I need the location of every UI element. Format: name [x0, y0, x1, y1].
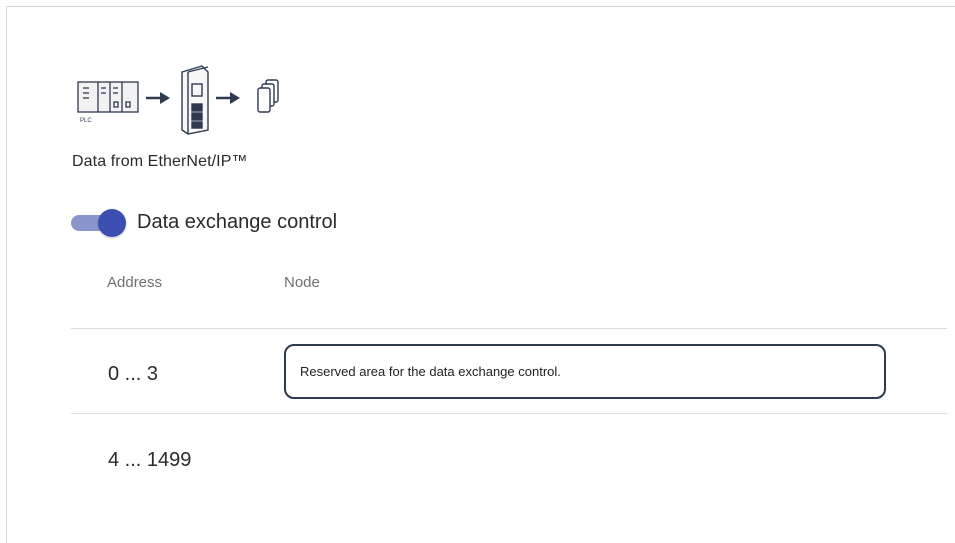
section-title: Data from EtherNet/IP™: [72, 153, 248, 170]
row-divider: [71, 328, 947, 329]
node-field[interactable]: Reserved area for the data exchange cont…: [284, 344, 886, 399]
data-flow-diagram: PLC: [74, 64, 294, 136]
arrow-right-icon: [146, 92, 170, 104]
data-flow-svg: PLC: [77, 65, 279, 135]
row-address: 0 ... 3: [108, 363, 159, 385]
arrow-right-icon: [216, 92, 240, 104]
data-pages-icon: [257, 79, 279, 113]
plc-icon: [77, 81, 139, 113]
row-divider: [71, 413, 947, 414]
node-text: Reserved area for the data exchange cont…: [300, 364, 561, 379]
gateway-device-icon: [181, 65, 209, 135]
row-address: 4 ... 1499: [108, 449, 192, 471]
node-column-header: Node: [284, 274, 320, 291]
toggle-knob: [98, 209, 126, 237]
data-exchange-control-toggle[interactable]: [71, 209, 126, 237]
data-exchange-control-label: Data exchange control: [137, 211, 338, 233]
address-column-header: Address: [107, 274, 163, 291]
plc-label: PLC: [80, 118, 92, 124]
